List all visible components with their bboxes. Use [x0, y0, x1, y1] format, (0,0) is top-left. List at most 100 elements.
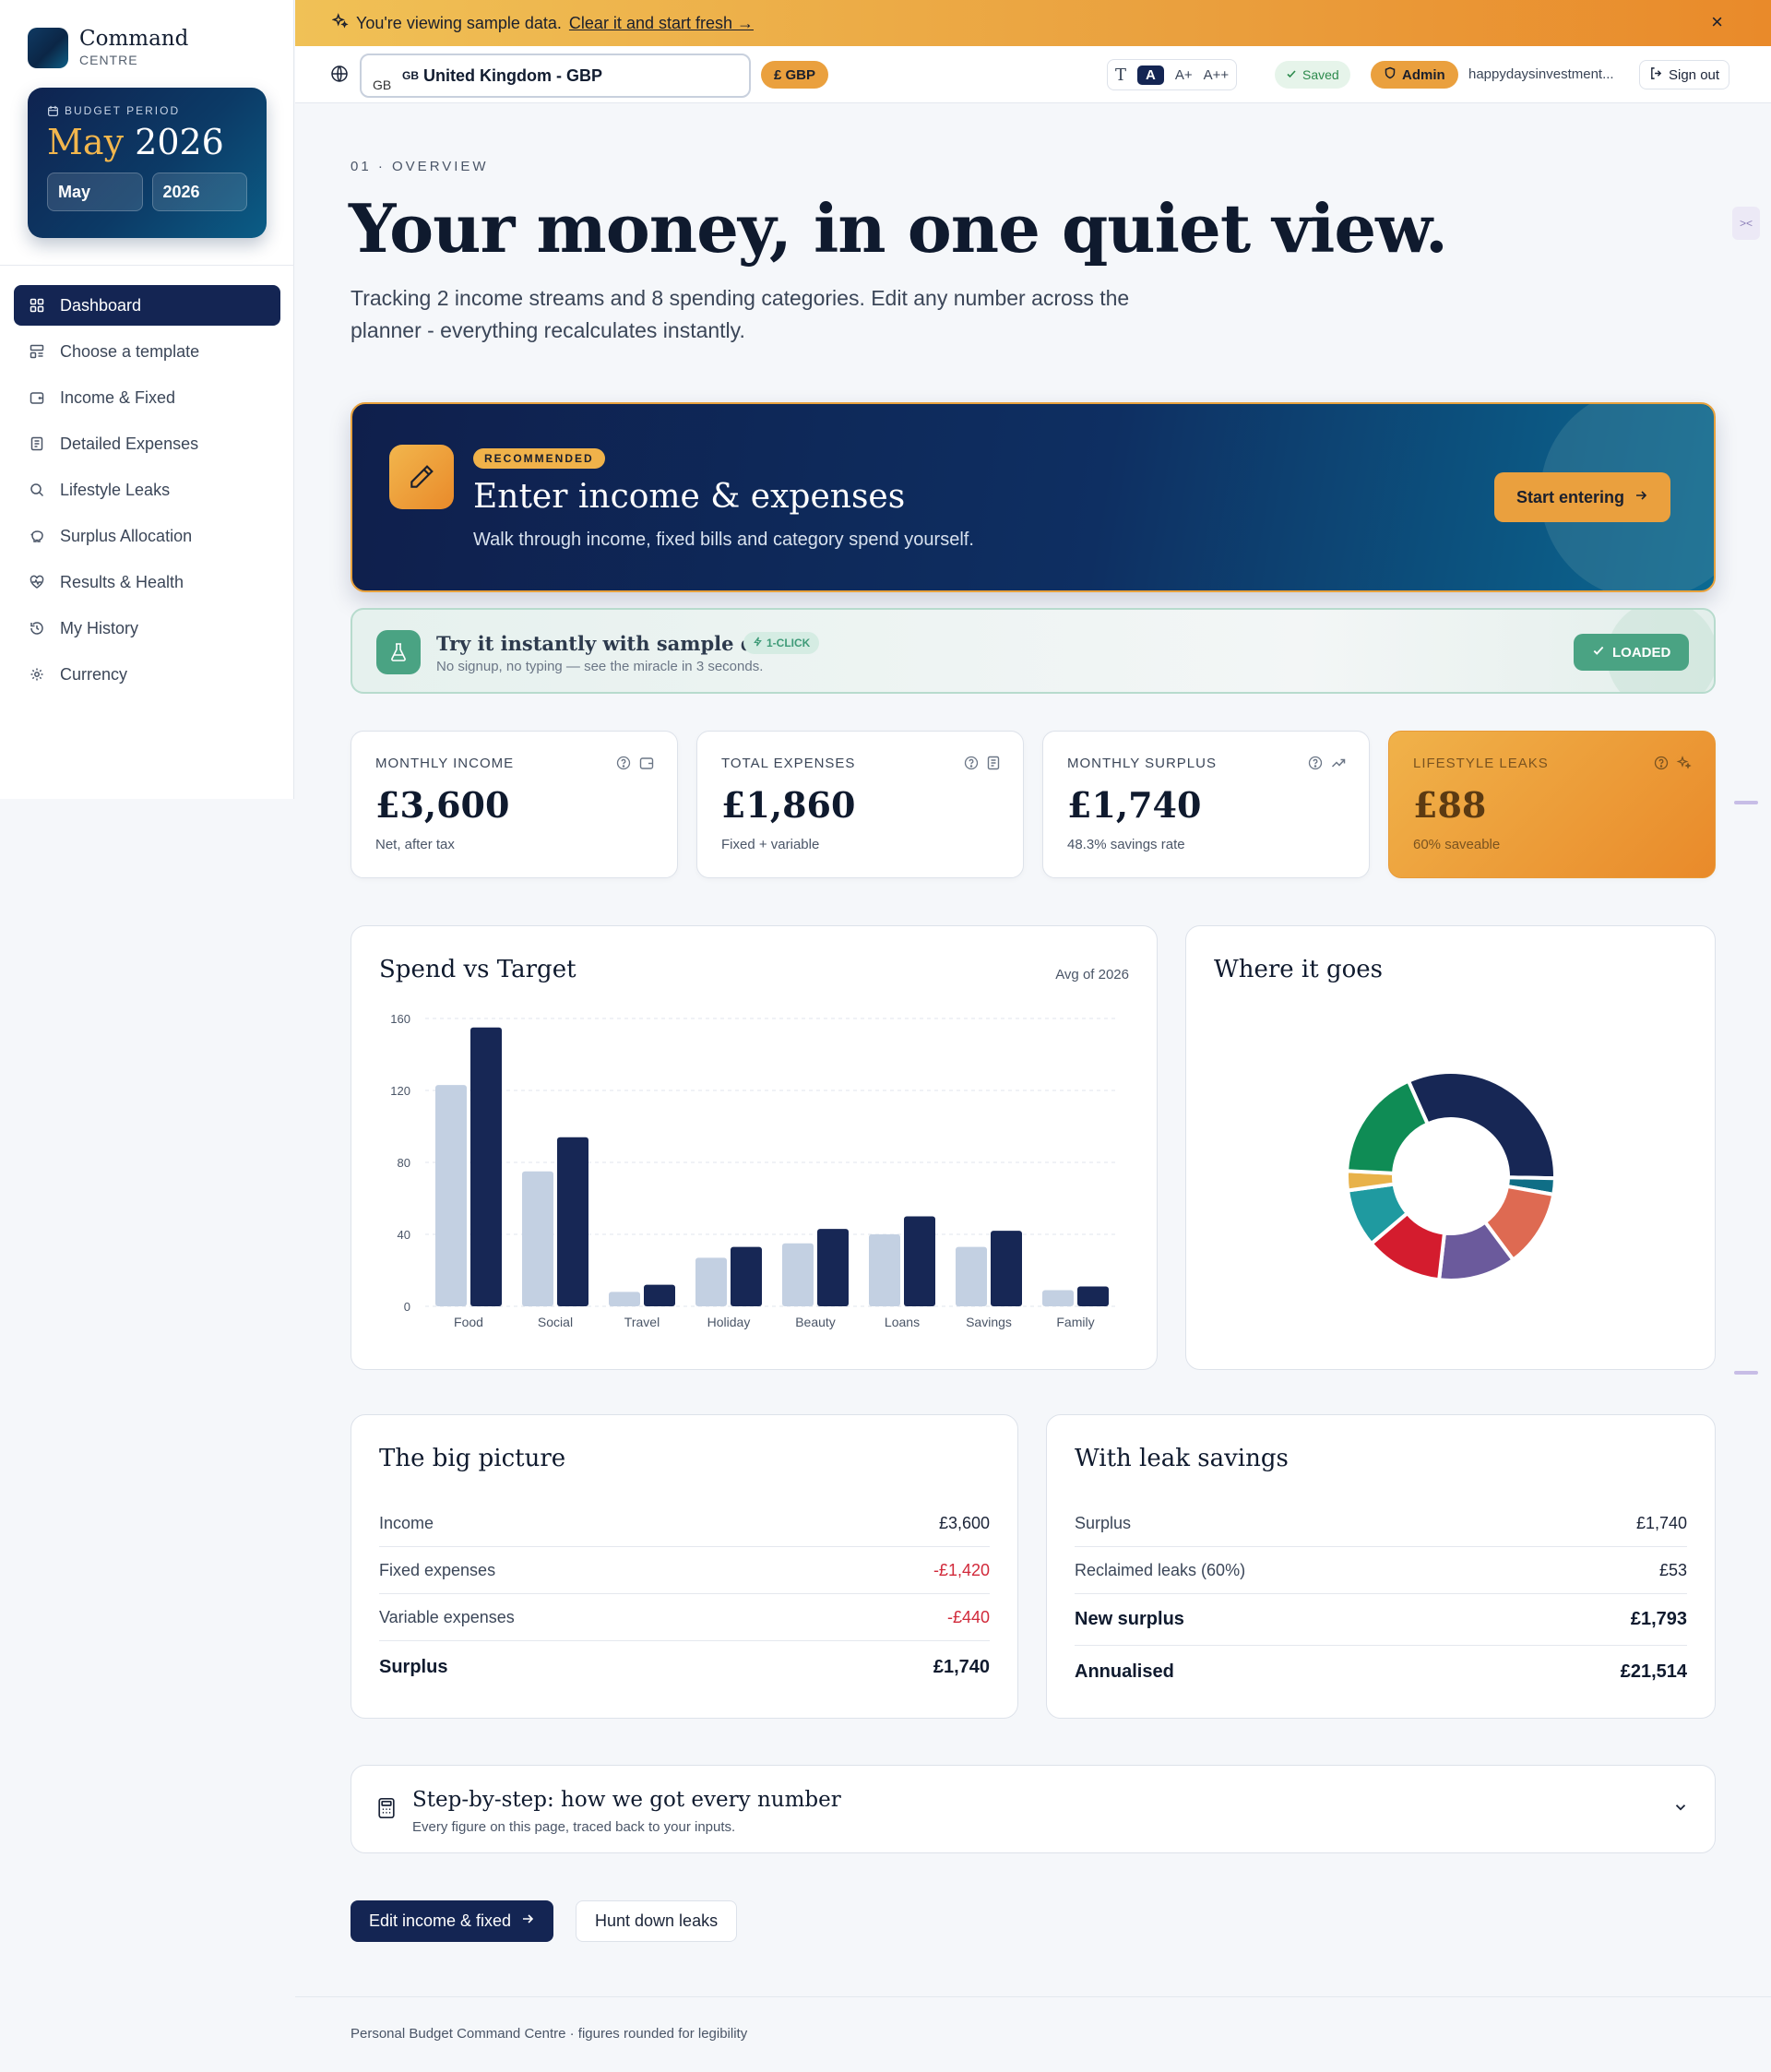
- summary-row: Reclaimed leaks (60%) £53: [1075, 1547, 1687, 1594]
- bar-social-spend[interactable]: [557, 1137, 588, 1306]
- bar-loans-spend[interactable]: [904, 1216, 935, 1307]
- gear-icon: [28, 665, 46, 684]
- sidebar-item-label: Choose a template: [60, 341, 200, 361]
- bar-family-spend[interactable]: [1077, 1286, 1109, 1306]
- country-value: United Kingdom - GBP: [423, 65, 602, 85]
- text-size-icon: T: [1115, 65, 1127, 85]
- sidebar-item-results[interactable]: Results & Health: [14, 562, 280, 602]
- calculator-icon: [377, 1797, 396, 1824]
- stat-card-leaks: LIFESTYLE LEAKS £88 60% saveable: [1388, 731, 1716, 878]
- row-value: -£440: [946, 1607, 990, 1626]
- collapse-panel-toggle[interactable]: ><: [1732, 207, 1760, 240]
- country-select[interactable]: GB GB United Kingdom - GBP: [360, 54, 751, 98]
- shield-icon: [1384, 66, 1397, 83]
- brand-sub: CENTRE: [79, 53, 138, 67]
- bar-family-target[interactable]: [1042, 1290, 1074, 1306]
- steps-sub: Every figure on this page, traced back t…: [412, 1819, 736, 1835]
- row-value: £53: [1658, 1560, 1687, 1579]
- stat-card-expenses: TOTAL EXPENSES £1,860 Fixed + variable: [696, 731, 1024, 878]
- currency-pill[interactable]: £ GBP: [761, 61, 829, 89]
- budget-period-title: May 2026: [47, 124, 247, 161]
- summary-row: Variable expenses -£440: [379, 1594, 990, 1641]
- brand[interactable]: Command CENTRE: [28, 28, 188, 68]
- big-picture-panel: The big picture Income £3,600 Fixed expe…: [351, 1414, 1018, 1719]
- budget-period-card: BUDGET PERIOD May 2026 May 2026: [28, 88, 267, 238]
- sidebar-item-expenses[interactable]: Detailed Expenses: [14, 423, 280, 464]
- donut-slice-0[interactable]: [1406, 1070, 1557, 1181]
- help-icon[interactable]: [616, 756, 631, 775]
- sidebar-item-history[interactable]: My History: [14, 608, 280, 649]
- bar-beauty-target[interactable]: [782, 1243, 814, 1306]
- bar-holiday-spend[interactable]: [731, 1246, 762, 1306]
- bar-travel-target[interactable]: [609, 1292, 640, 1306]
- help-icon[interactable]: [1308, 756, 1323, 775]
- text-size-normal[interactable]: A: [1137, 65, 1164, 85]
- wallet-icon: [638, 756, 655, 775]
- sample-data-banner: You're viewing sample data. Clear it and…: [295, 0, 1771, 46]
- help-icon[interactable]: [964, 756, 979, 775]
- step-by-step-accordion[interactable]: Step-by-step: how we got every number Ev…: [351, 1765, 1716, 1853]
- x-tick-label: Travel: [624, 1315, 660, 1329]
- bar-food-target[interactable]: [435, 1085, 467, 1306]
- bar-loans-target[interactable]: [869, 1234, 900, 1306]
- stat-card-income: MONTHLY INCOME £3,600 Net, after tax: [351, 731, 678, 878]
- chevron-down-icon[interactable]: [1672, 1799, 1689, 1820]
- hunt-leaks-button[interactable]: Hunt down leaks: [576, 1900, 738, 1942]
- start-entering-button[interactable]: Start entering: [1494, 472, 1671, 522]
- edit-income-button[interactable]: Edit income & fixed: [351, 1900, 554, 1942]
- spend-vs-target-panel: Spend vs Target Avg of 2026 0 40 80 120 160 F…: [351, 925, 1158, 1370]
- y-tick-label: 80: [398, 1156, 410, 1170]
- bar-holiday-target[interactable]: [695, 1257, 727, 1306]
- topbar: GB GB United Kingdom - GBP £ GBP T A A+ …: [295, 46, 1771, 103]
- year-select[interactable]: 2026: [151, 172, 247, 211]
- bar-savings-target[interactable]: [956, 1246, 987, 1306]
- bar-savings-spend[interactable]: [991, 1231, 1022, 1306]
- sparkles-icon: [1676, 756, 1693, 775]
- start-entering-label: Start entering: [1516, 487, 1625, 506]
- close-icon[interactable]: ×: [1711, 12, 1723, 32]
- bar-beauty-spend[interactable]: [817, 1229, 849, 1306]
- sidebar-item-label: Dashboard: [60, 295, 142, 315]
- admin-badge[interactable]: Admin: [1371, 61, 1458, 89]
- spend-bar-chart: 0 40 80 120 160 Food Social Travel Holiday Beauty…: [390, 1012, 1119, 1329]
- sidebar-item-dashboard[interactable]: Dashboard: [14, 285, 280, 326]
- sidebar-item-income[interactable]: Income & Fixed: [14, 377, 280, 418]
- wallet-icon: [28, 388, 46, 407]
- text-size-xlarge[interactable]: A++: [1204, 67, 1230, 83]
- stat-card-surplus: MONTHLY SURPLUS £1,740 48.3% savings rat…: [1042, 731, 1370, 878]
- sidebar-item-template[interactable]: Choose a template: [14, 331, 280, 372]
- y-tick-label: 160: [390, 1012, 410, 1026]
- row-value: £1,740: [933, 1656, 990, 1677]
- clear-sample-link[interactable]: Clear it and start fresh →: [569, 14, 754, 33]
- piggy-bank-icon: [28, 527, 46, 545]
- grid-icon: [28, 296, 46, 315]
- lightning-icon: [753, 637, 763, 649]
- page-title: Your money, in one quiet view.: [349, 189, 1448, 268]
- loaded-button[interactable]: LOADED: [1574, 634, 1690, 671]
- sidebar-item-label: Currency: [60, 664, 128, 684]
- sign-out-button[interactable]: Sign out: [1639, 60, 1730, 89]
- heart-pulse-icon: [28, 573, 46, 591]
- stat-sub: Net, after tax: [375, 837, 455, 852]
- donut-slice-7[interactable]: [1345, 1078, 1431, 1175]
- sidebar-item-currency[interactable]: Currency: [14, 654, 280, 695]
- help-icon[interactable]: [1654, 756, 1669, 775]
- sidebar-item-leaks[interactable]: Lifestyle Leaks: [14, 470, 280, 510]
- sidebar-item-surplus[interactable]: Surplus Allocation: [14, 516, 280, 556]
- sign-out-label: Sign out: [1669, 66, 1720, 83]
- where-it-goes-panel: Where it goes: [1185, 925, 1716, 1370]
- bar-food-spend[interactable]: [470, 1027, 502, 1306]
- bar-social-target[interactable]: [522, 1171, 553, 1306]
- sample-sub: No signup, no typing — see the miracle i…: [436, 659, 764, 674]
- bar-travel-spend[interactable]: [644, 1284, 675, 1306]
- page-subtitle: Tracking 2 income streams and 8 spending…: [351, 286, 1130, 342]
- sidebar: Command CENTRE BUDGET PERIOD May 2026 Ma…: [0, 0, 294, 799]
- user-email: happydaysinvestment...: [1468, 66, 1614, 82]
- text-size-large[interactable]: A+: [1175, 67, 1193, 83]
- arrow-right-icon: [1634, 488, 1648, 507]
- row-label: Variable expenses: [379, 1607, 515, 1626]
- search-icon: [28, 481, 46, 499]
- month-select[interactable]: May: [47, 172, 143, 211]
- footer-text: Personal Budget Command Centre · figures…: [351, 2026, 748, 2042]
- check-icon: [1286, 67, 1297, 82]
